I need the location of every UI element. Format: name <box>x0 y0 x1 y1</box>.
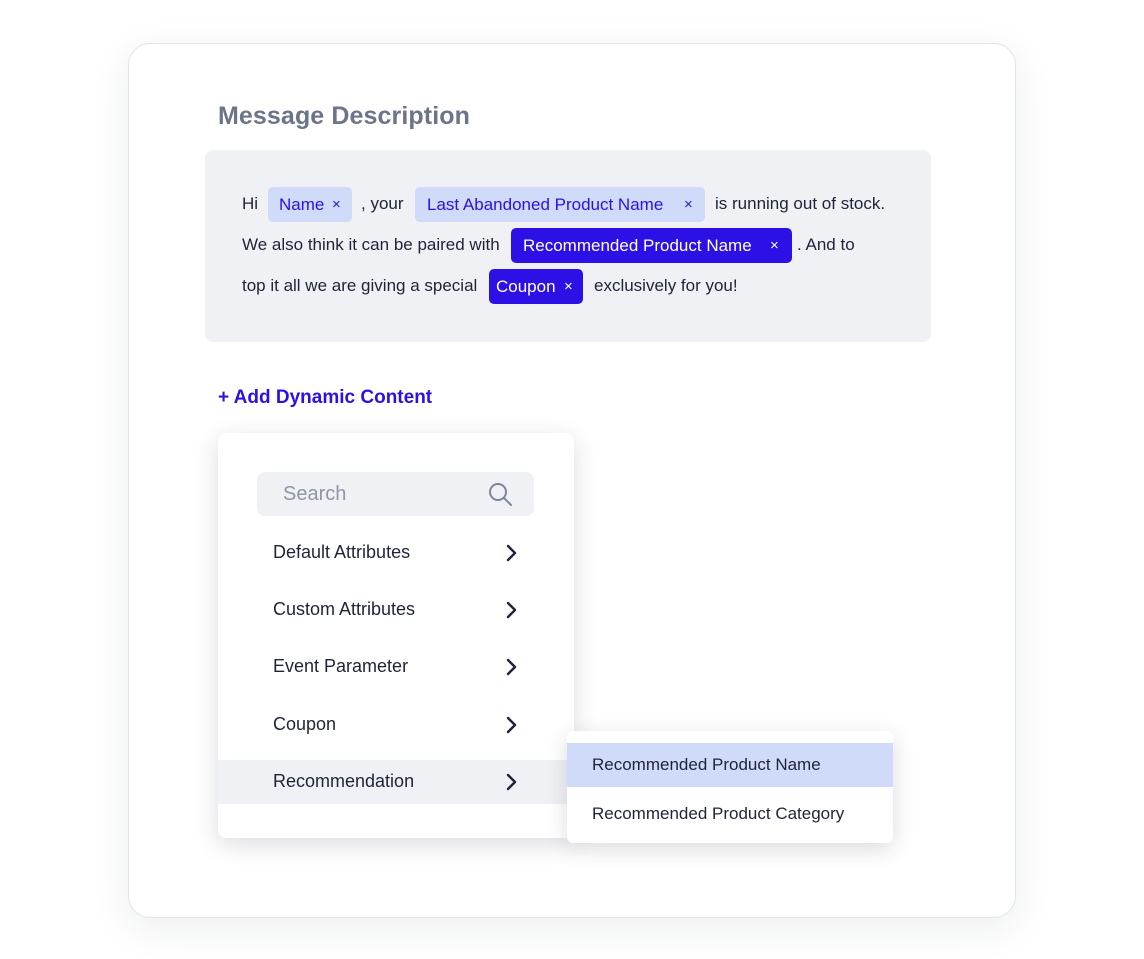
chevron-right-icon <box>506 544 517 562</box>
search-icon[interactable] <box>487 481 513 507</box>
message-text: is running out of stock. <box>715 194 886 213</box>
token-chip-recommended-name[interactable]: Recommended Product Name × <box>511 228 792 263</box>
token-chip-last-abandoned[interactable]: Last Abandoned Product Name × <box>415 187 705 222</box>
menu-item-label: Default Attributes <box>273 542 411 562</box>
menu-item-default-attributes[interactable]: Default Attributes <box>218 531 574 575</box>
menu-item-custom-attributes[interactable]: Custom Attributes <box>218 588 574 632</box>
message-text: Hi <box>242 194 259 213</box>
menu-item-label: Custom Attributes <box>273 599 416 619</box>
message-text: top it all we are giving a special <box>242 276 478 295</box>
search-input[interactable] <box>257 472 487 516</box>
menu-item-recommendation[interactable]: Recommendation <box>218 760 574 804</box>
token-chip-label: Coupon <box>496 276 556 296</box>
close-icon[interactable]: × <box>332 196 341 213</box>
close-icon[interactable]: × <box>684 196 693 213</box>
message-text: , your <box>361 194 404 213</box>
token-chip-name[interactable]: Name × <box>268 187 352 222</box>
chevron-right-icon <box>506 773 517 791</box>
close-icon[interactable]: × <box>564 278 573 295</box>
search-field[interactable] <box>257 472 534 516</box>
add-dynamic-content-link[interactable]: + Add Dynamic Content <box>218 387 432 409</box>
chevron-right-icon <box>506 716 517 734</box>
submenu-item-recommended-product-category[interactable]: Recommended Product Category <box>567 792 893 836</box>
token-chip-coupon[interactable]: Coupon × <box>489 269 583 304</box>
message-text: We also think it can be paired with <box>242 235 500 254</box>
page-title: Message Description <box>218 102 470 130</box>
close-icon[interactable]: × <box>770 237 779 254</box>
menu-item-coupon[interactable]: Coupon <box>218 703 574 747</box>
menu-item-label: Coupon <box>273 714 337 734</box>
menu-item-label: Recommendation <box>273 771 415 791</box>
message-text: . And to <box>797 235 855 254</box>
submenu-item-label: Recommended Product Name <box>592 755 821 774</box>
message-text: exclusively for you! <box>594 276 738 295</box>
menu-item-label: Event Parameter <box>273 656 409 676</box>
token-chip-label: Recommended Product Name <box>523 235 752 255</box>
submenu-item-recommended-product-name[interactable]: Recommended Product Name <box>567 743 893 787</box>
token-chip-label: Last Abandoned Product Name <box>427 194 664 214</box>
token-chip-label: Name <box>279 194 325 214</box>
chevron-right-icon <box>506 601 517 619</box>
chevron-right-icon <box>506 658 517 676</box>
menu-item-event-parameter[interactable]: Event Parameter <box>218 645 574 689</box>
submenu-item-label: Recommended Product Category <box>592 804 845 823</box>
